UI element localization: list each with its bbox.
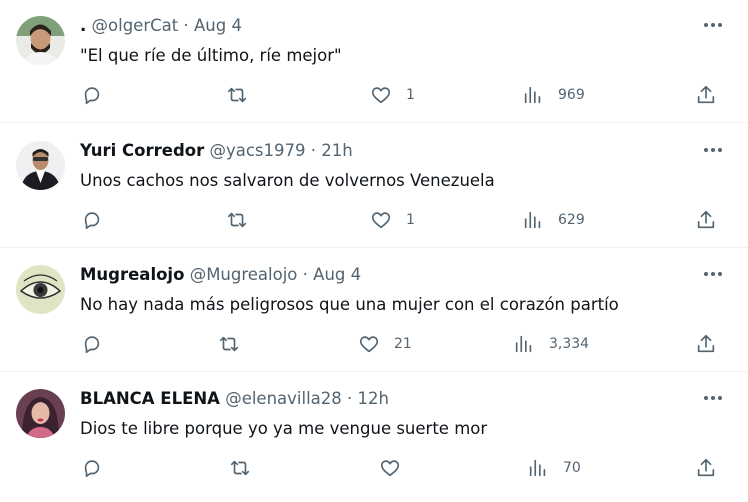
retweet-icon xyxy=(219,336,239,352)
more-icon[interactable] xyxy=(702,389,724,407)
timestamp[interactable]: 12h xyxy=(358,389,389,408)
like-count: 1 xyxy=(406,87,415,103)
tweet-text: Unos cachos nos salvaron de volvernos Ve… xyxy=(80,171,495,190)
tweet-feed: . @olgerCat · Aug 4 "El que ríe de últim… xyxy=(0,0,748,502)
views-icon xyxy=(529,459,546,477)
tweet-text: Dios te libre porque yo ya me vengue sue… xyxy=(80,419,488,438)
share-button[interactable] xyxy=(695,455,717,481)
tweet[interactable]: Mugrealojo @Mugrealojo · Aug 4 No hay na… xyxy=(0,249,748,372)
avatar[interactable] xyxy=(16,141,65,190)
tweet-header: Yuri Corredor @yacs1979 · 21h xyxy=(80,139,353,163)
retweet-button[interactable] xyxy=(226,207,248,233)
tweet[interactable]: . @olgerCat · Aug 4 "El que ríe de últim… xyxy=(0,0,748,123)
retweet-icon xyxy=(227,87,247,103)
tweet-text: "El que ríe de último, ríe mejor" xyxy=(80,46,342,65)
timestamp[interactable]: 21h xyxy=(321,141,352,160)
views-button[interactable]: 969 xyxy=(522,82,585,108)
views-icon xyxy=(515,335,532,353)
reply-button[interactable] xyxy=(81,82,103,108)
heart-icon xyxy=(380,460,400,477)
display-name[interactable]: Yuri Corredor xyxy=(80,141,204,160)
avatar[interactable] xyxy=(16,265,65,314)
reply-button[interactable] xyxy=(81,455,103,481)
retweet-icon xyxy=(227,212,247,228)
heart-icon xyxy=(371,87,391,104)
like-button[interactable]: 1 xyxy=(370,207,415,233)
more-icon[interactable] xyxy=(702,141,724,159)
views-button[interactable]: 70 xyxy=(527,455,581,481)
user-handle[interactable]: @elenavilla28 xyxy=(225,389,342,408)
tweet[interactable]: BLANCA ELENA @elenavilla28 · 12h Dios te… xyxy=(0,373,748,502)
heart-icon xyxy=(371,212,391,229)
like-button[interactable] xyxy=(379,455,415,481)
reply-button[interactable] xyxy=(81,207,103,233)
tweet-header: Mugrealojo @Mugrealojo · Aug 4 xyxy=(80,263,361,287)
like-count: 21 xyxy=(394,336,412,352)
display-name[interactable]: Mugrealojo xyxy=(80,265,184,284)
views-button[interactable]: 3,334 xyxy=(513,331,589,357)
share-button[interactable] xyxy=(695,207,717,233)
reply-button[interactable] xyxy=(81,331,103,357)
timestamp[interactable]: Aug 4 xyxy=(194,16,242,35)
views-icon xyxy=(524,86,541,104)
user-handle[interactable]: @yacs1979 xyxy=(209,141,305,160)
avatar[interactable] xyxy=(16,16,65,65)
tweet-header: . @olgerCat · Aug 4 xyxy=(80,14,242,38)
share-icon xyxy=(697,334,715,353)
retweet-icon xyxy=(230,460,250,476)
separator-dot: · xyxy=(347,389,353,408)
reply-icon xyxy=(84,212,100,230)
retweet-button[interactable] xyxy=(218,331,240,357)
reply-icon xyxy=(84,460,100,478)
separator-dot: · xyxy=(183,16,189,35)
share-button[interactable] xyxy=(695,331,717,357)
views-button[interactable]: 629 xyxy=(522,207,585,233)
view-count: 629 xyxy=(558,212,585,228)
tweet-header: BLANCA ELENA @elenavilla28 · 12h xyxy=(80,387,389,411)
views-icon xyxy=(524,211,541,229)
retweet-button[interactable] xyxy=(229,455,251,481)
reply-icon xyxy=(84,87,100,105)
tweet-text: No hay nada más peligrosos que una mujer… xyxy=(80,295,619,314)
more-icon[interactable] xyxy=(702,265,724,283)
like-button[interactable]: 1 xyxy=(370,82,415,108)
share-icon xyxy=(697,210,715,229)
separator-dot: · xyxy=(310,141,317,160)
avatar[interactable] xyxy=(16,389,65,438)
retweet-button[interactable] xyxy=(226,82,248,108)
heart-icon xyxy=(359,336,379,353)
view-count: 3,334 xyxy=(549,336,590,352)
reply-icon xyxy=(84,336,100,354)
share-icon xyxy=(697,85,715,104)
share-icon xyxy=(697,458,715,477)
display-name[interactable]: . xyxy=(80,16,86,35)
user-handle[interactable]: @olgerCat xyxy=(92,16,179,35)
view-count: 969 xyxy=(558,87,585,103)
share-button[interactable] xyxy=(695,82,717,108)
tweet[interactable]: Yuri Corredor @yacs1979 · 21h Unos cacho… xyxy=(0,125,748,248)
separator-dot: · xyxy=(302,265,308,284)
like-count: 1 xyxy=(406,212,415,228)
display-name[interactable]: BLANCA ELENA xyxy=(80,389,220,408)
like-button[interactable]: 21 xyxy=(358,331,412,357)
view-count: 70 xyxy=(563,460,581,476)
user-handle[interactable]: @Mugrealojo xyxy=(190,265,298,284)
timestamp[interactable]: Aug 4 xyxy=(313,265,361,284)
more-icon[interactable] xyxy=(702,16,724,34)
